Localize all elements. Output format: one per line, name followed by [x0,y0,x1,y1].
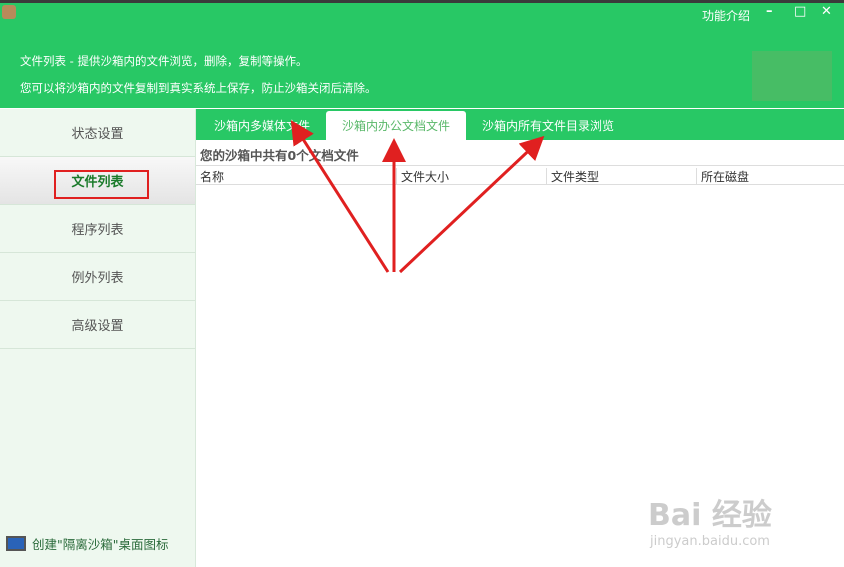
highlight-box [54,170,149,199]
arrow-1 [290,119,390,273]
arrow-3 [398,135,545,274]
annotation-overlay [54,119,545,274]
